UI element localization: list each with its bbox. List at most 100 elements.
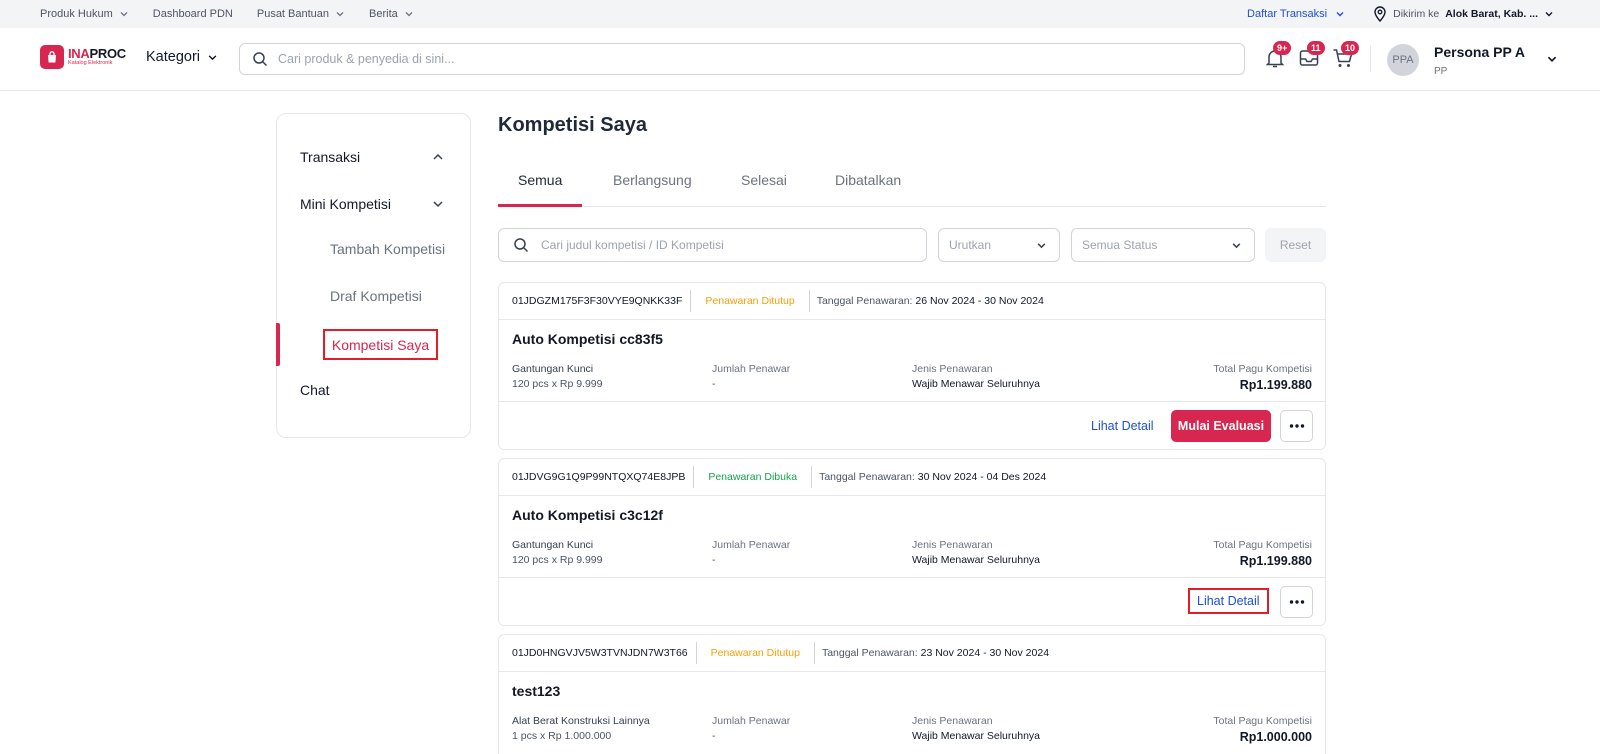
offer-type-info: Jenis Penawaran Wajib Menawar Seluruhnya <box>912 715 1040 742</box>
logo-title-a: INA <box>68 46 90 62</box>
active-tab-underline <box>498 204 582 207</box>
page-title: Kompetisi Saya <box>498 114 647 136</box>
bidder-info: Jumlah Penawar - <box>712 539 790 566</box>
chevron-down-icon <box>208 54 217 60</box>
competition-card: 01JD0HNGVJV5W3TVNJDN7W3T66 Penawaran Dit… <box>498 634 1326 754</box>
offer-date-label: Tanggal Penawaran: <box>819 471 915 483</box>
more-options-button[interactable] <box>1280 410 1313 442</box>
product-qty: 120 pcs x Rp 9.999 <box>512 378 603 390</box>
cart-badge: 10 <box>1341 41 1360 55</box>
sidebar-item-tambah-kompetisi[interactable]: Tambah Kompetisi <box>330 241 445 257</box>
daftar-transaksi-label: Daftar Transaksi <box>1247 8 1328 20</box>
bidder-value: - <box>712 378 716 390</box>
pusat-bantuan-link[interactable]: Pusat Bantuan <box>257 8 345 20</box>
produk-hukum-link[interactable]: Produk Hukum <box>40 8 129 20</box>
offer-date: Tanggal Penawaran: 23 Nov 2024 - 30 Nov … <box>815 647 1049 659</box>
offer-date-label: Tanggal Penawaran: <box>821 647 918 659</box>
chevron-down-icon <box>1545 12 1553 17</box>
offer-type-label: Jenis Penawaran <box>912 363 993 375</box>
kompetisi-search-input[interactable] <box>541 238 901 252</box>
card-footer: Lihat Detail <box>499 577 1325 625</box>
inbox-badge: 11 <box>1307 41 1325 55</box>
sidebar-item-transaksi[interactable]: Transaksi <box>300 149 360 165</box>
status-badge: Penawaran Ditutup <box>697 642 815 664</box>
competition-id: 01JDVG9G1Q9P99NTQXQ74E8JPB <box>499 466 695 488</box>
sidebar-item-kompetisi-saya[interactable]: Kompetisi Saya <box>323 329 438 360</box>
cart-button[interactable]: 10 <box>1331 41 1360 70</box>
main-header: INAPROC Katalog Elektronik Kategori 9+ 1… <box>0 28 1600 91</box>
total-label: Total Pagu Kompetisi <box>1213 539 1312 551</box>
kompetisi-search[interactable] <box>498 228 927 262</box>
ship-value: Alok Barat, Kab. ... <box>1445 8 1538 20</box>
sort-select[interactable]: Urutkan <box>938 228 1060 262</box>
offer-type-label: Jenis Penawaran <box>912 539 993 551</box>
product-qty: 120 pcs x Rp 9.999 <box>512 554 603 566</box>
chevron-down-icon <box>433 201 443 208</box>
tab-berlangsung[interactable]: Berlangsung <box>613 172 692 207</box>
bidder-value: - <box>712 554 716 566</box>
offer-type-value: Wajib Menawar Seluruhnya <box>912 730 1041 742</box>
user-menu-toggle[interactable] <box>1546 53 1558 65</box>
card-header: 01JDGZM175F3F30VYE9QNKK33F Penawaran Dit… <box>499 283 1325 320</box>
offer-date: Tanggal Penawaran: 26 Nov 2024 - 30 Nov … <box>810 295 1044 307</box>
tab-semua[interactable]: Semua <box>518 172 562 207</box>
offer-date-label: Tanggal Penawaran: <box>816 295 913 307</box>
offer-type-info: Jenis Penawaran Wajib Menawar Seluruhnya <box>912 539 1040 566</box>
produk-hukum-label: Produk Hukum <box>40 8 113 20</box>
bidder-label: Jumlah Penawar <box>712 539 791 551</box>
product-search-input[interactable] <box>278 52 1178 66</box>
location-pin-icon <box>1374 6 1386 22</box>
mulai-evaluasi-button[interactable]: Mulai Evaluasi <box>1171 410 1271 442</box>
header-divider <box>1370 46 1371 72</box>
reset-button[interactable]: Reset <box>1265 228 1326 262</box>
berita-link[interactable]: Berita <box>369 8 414 20</box>
berita-label: Berita <box>369 8 398 20</box>
chevron-up-icon <box>433 153 443 160</box>
competition-title: test123 <box>512 683 561 699</box>
bidder-info: Jumlah Penawar - <box>712 715 790 742</box>
lihat-detail-link[interactable]: Lihat Detail <box>1091 419 1154 433</box>
offer-type-label: Jenis Penawaran <box>912 715 993 727</box>
tab-dibatalkan[interactable]: Dibatalkan <box>835 172 901 207</box>
card-header: 01JD0HNGVJV5W3TVNJDN7W3T66 Penawaran Dit… <box>499 635 1325 672</box>
notification-button[interactable]: 9+ <box>1263 41 1292 70</box>
kategori-menu[interactable]: Kategori <box>146 49 218 65</box>
sidebar-mini-kompetisi-toggle[interactable] <box>432 198 444 210</box>
status-select[interactable]: Semua Status <box>1071 228 1255 262</box>
competition-card: 01JDVG9G1Q9P99NTQXQ74E8JPB Penawaran Dib… <box>498 458 1326 626</box>
chevron-down-icon <box>405 12 413 17</box>
total-value: Rp1.199.880 <box>1239 378 1312 392</box>
dashboard-pdn-link[interactable]: Dashboard PDN <box>153 8 233 20</box>
competition-id: 01JDGZM175F3F30VYE9QNKK33F <box>499 290 692 312</box>
search-icon <box>253 52 268 67</box>
total-value: Rp1.000.000 <box>1239 730 1312 744</box>
sidebar-item-draf-kompetisi[interactable]: Draf Kompetisi <box>330 288 422 304</box>
tab-selesai[interactable]: Selesai <box>741 172 787 207</box>
logo-subtitle: Katalog Elektronik <box>68 60 113 67</box>
card-header: 01JDVG9G1Q9P99NTQXQ74E8JPB Penawaran Dib… <box>499 459 1325 496</box>
product-name: Gantungan Kunci <box>512 539 594 551</box>
avatar[interactable]: PPA <box>1387 44 1419 76</box>
sidebar-item-chat[interactable]: Chat <box>300 382 330 398</box>
competition-id: 01JD0HNGVJV5W3TVNJDN7W3T66 <box>499 642 697 664</box>
sidebar-transaksi-toggle[interactable] <box>432 151 444 163</box>
bidder-value: - <box>712 730 716 742</box>
sidebar-item-mini-kompetisi[interactable]: Mini Kompetisi <box>300 196 391 212</box>
lihat-detail-link[interactable]: Lihat Detail <box>1188 588 1269 614</box>
competition-title: Auto Kompetisi c3c12f <box>512 507 663 523</box>
more-horizontal-icon <box>1289 424 1304 428</box>
daftar-transaksi-menu[interactable]: Daftar Transaksi <box>1247 8 1345 20</box>
status-badge: Penawaran Dibuka <box>694 466 813 488</box>
chevron-down-icon <box>1037 242 1046 248</box>
chevron-down-icon <box>1336 12 1344 17</box>
status-select-label: Semua Status <box>1082 238 1158 252</box>
chevron-down-icon <box>1547 56 1557 62</box>
more-options-button[interactable] <box>1280 586 1313 618</box>
product-search-bar[interactable] <box>239 43 1245 75</box>
inaproc-logo[interactable]: INAPROC Katalog Elektronik <box>40 45 126 69</box>
shipping-location[interactable]: Dikirim ke Alok Barat, Kab. ... <box>1373 6 1554 22</box>
competition-card: 01JDGZM175F3F30VYE9QNKK33F Penawaran Dit… <box>498 282 1326 450</box>
total-info: Total Pagu Kompetisi Rp1.000.000 <box>1213 715 1312 744</box>
inbox-button[interactable]: 11 <box>1297 41 1325 70</box>
ship-label: Dikirim ke <box>1393 8 1440 20</box>
